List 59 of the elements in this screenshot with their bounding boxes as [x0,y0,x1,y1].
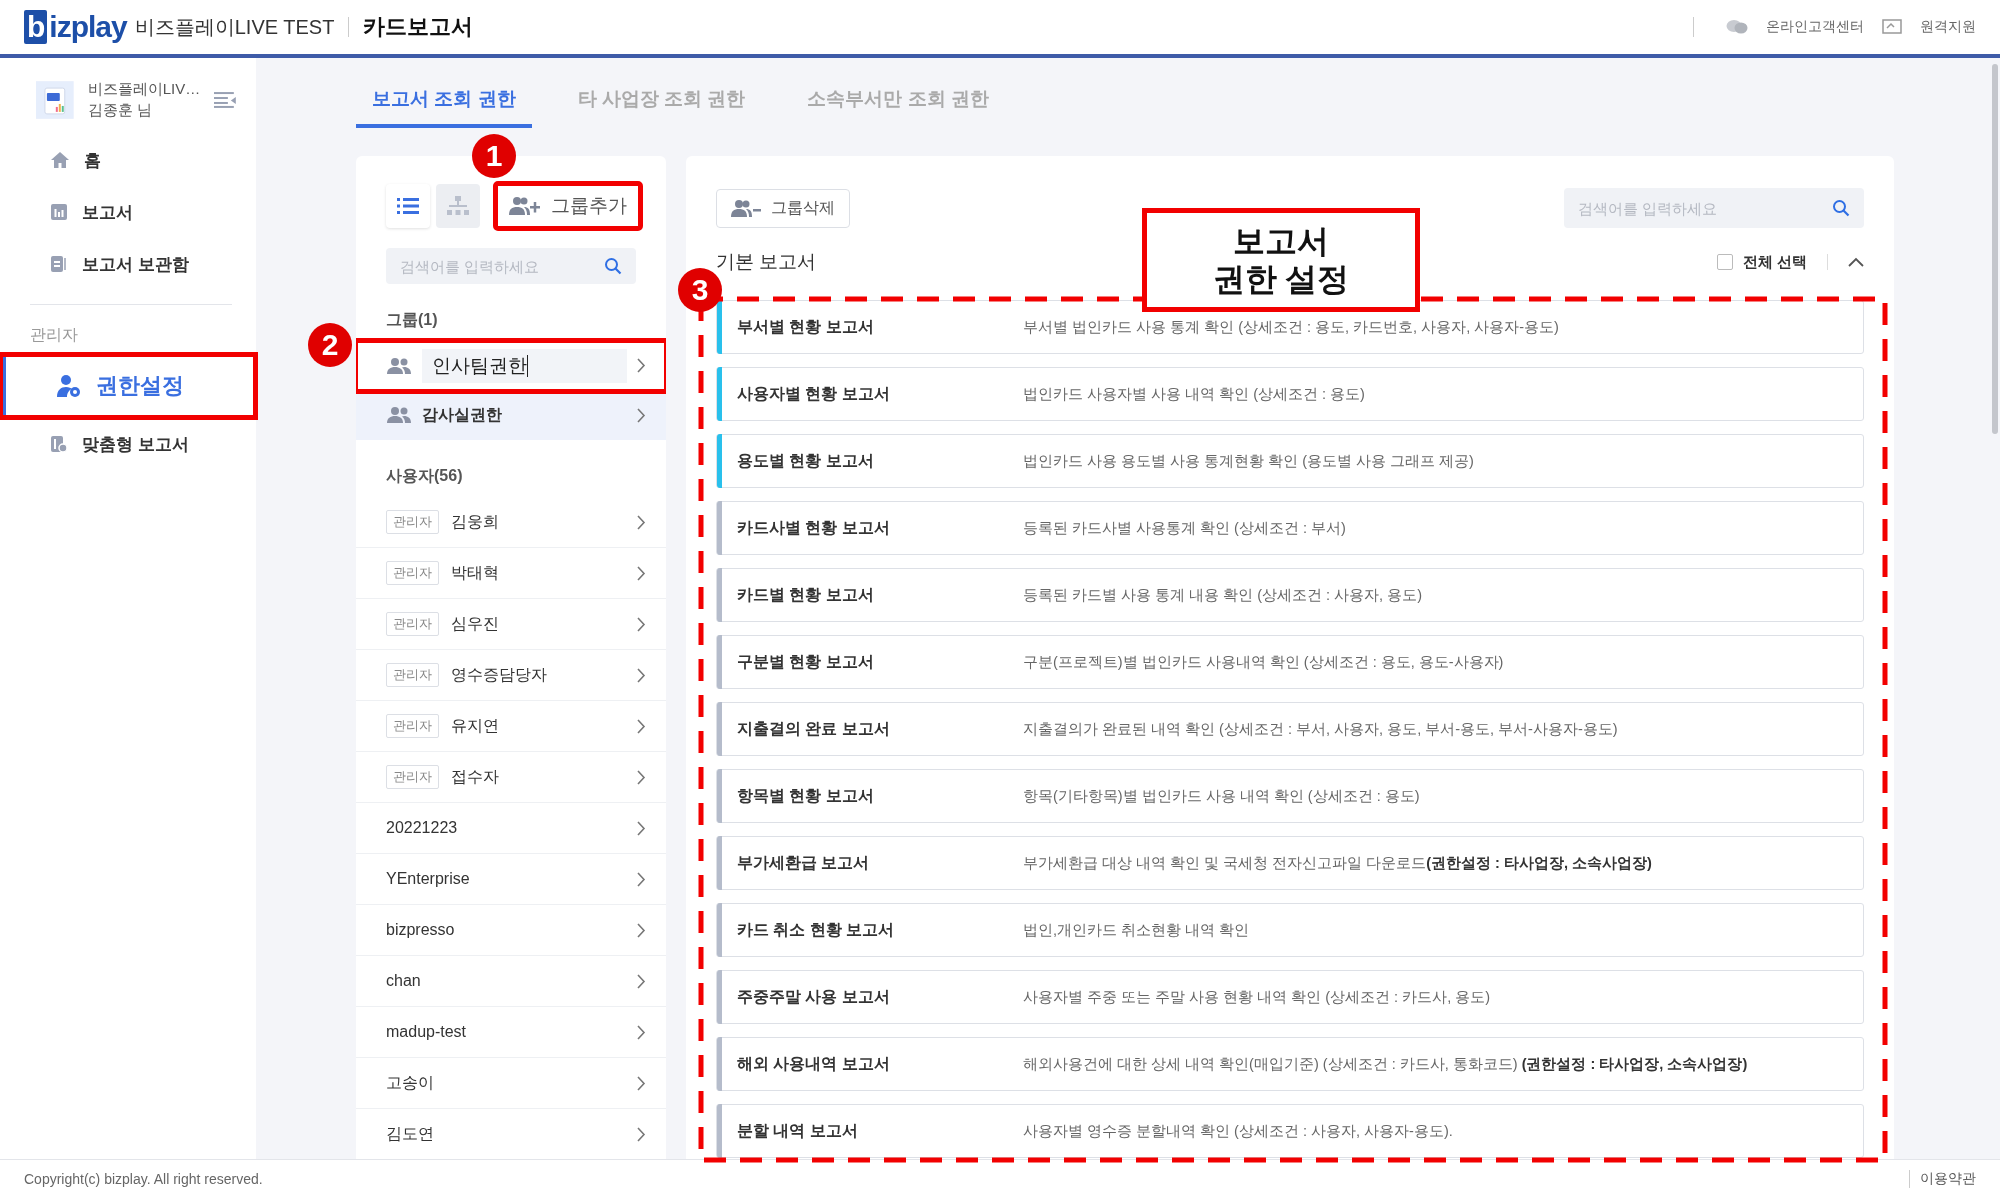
step-number: 2 [308,323,352,367]
user-item[interactable]: chan [356,956,666,1007]
group-name-field[interactable]: 인사팀권한 [422,348,627,383]
report-item[interactable]: 해외 사용내역 보고서 해외사용건에 대한 상세 내역 확인(매입기준) (상세조건 : 카드사, 통화코드) (권한설정 : 타사업장, 소속사업장) [716,1037,1864,1091]
user-item[interactable]: YEnterprise [356,854,666,905]
user-item[interactable]: 관리자 영수증담당자 [356,650,666,701]
report-item[interactable]: 지출결의 완료 보고서 지출결의가 완료된 내역 확인 (상세조건 : 부서, 사용자, 용도, 부서-용도, 부서-사용자-용도) [716,702,1864,756]
search-field[interactable]: 검색어를 입력하세요 [1564,188,1864,228]
group-item[interactable]: 인사팀권한 [356,341,666,391]
section-label: 관리자 [29,325,79,345]
user-item[interactable]: 관리자 박태혁 [356,548,666,599]
report-item[interactable]: 카드 취소 현황 보고서 법인,개인카드 취소현황 내역 확인 [716,903,1864,957]
user-name: 김종훈 님 [87,101,153,120]
search-field[interactable]: 검색어를 입력하세요 [386,248,636,285]
terms-link[interactable]: 이용약관 [1909,1169,1976,1188]
report-item[interactable]: 분할 내역 보고서 사용자별 영수증 분할내역 확인 (상세조건 : 사용자, 사용자-용도). [716,1104,1864,1158]
nav-item[interactable]: 보고서 보관함 [0,238,256,290]
report-item[interactable]: 카드사별 현황 보고서 등록된 카드사별 사용통계 확인 (상세조건 : 부서) [716,501,1864,555]
user-item[interactable]: 관리자 김웅희 [356,497,666,548]
role-tag: 관리자 [386,612,439,636]
report-item[interactable]: 사용자별 현황 보고서 법인카드 사용자별 사용 내역 확인 (상세조건 : 용도) [716,367,1864,421]
nav-item[interactable]: 보고서 [0,186,256,238]
user-item[interactable]: 고송이 [356,1058,666,1109]
copyright-text: Copyright(c) bizplay. All right reserved. [24,1170,263,1187]
nav-item[interactable]: 권한설정 [0,354,256,418]
company-name: 비즈플레이LIV… [87,80,201,99]
user-item[interactable]: madup-test [356,1007,666,1058]
user-item[interactable]: 관리자 접수자 [356,752,666,803]
select-all-checkbox[interactable]: 전체 선택 [1716,252,1807,272]
user-item[interactable]: 관리자 유지연 [356,701,666,752]
report-item[interactable]: 부가세환급 보고서 부가세환급 대상 내역 확인 및 국세청 전자신고파일 다운로드(권한설정 : 타사업장, 소속사업장) [716,836,1864,890]
nav-item[interactable]: 맞춤형 보고서 [0,418,256,470]
nav-item[interactable]: 홈 [0,134,256,186]
header-link[interactable]: 원격지원 [1920,18,1976,36]
step-number: 1 [472,134,516,178]
delete-group-button[interactable]: 그룹삭제 [716,188,850,228]
role-tag: 관리자 [386,663,439,687]
tab[interactable]: 보고서 조회 권한 [356,80,532,128]
report-item[interactable]: 주중주말 사용 보고서 사용자별 주중 또는 주말 사용 현황 내역 확인 (상세조건 : 카드사, 용도) [716,970,1864,1024]
step-number: 3 [678,268,722,312]
report-item[interactable]: 카드별 현황 보고서 등록된 카드별 사용 통계 내용 확인 (상세조건 : 사용자, 용도) [716,568,1864,622]
role-tag: 관리자 [386,714,439,738]
user-item[interactable]: bizpresso [356,905,666,956]
role-tag: 관리자 [386,561,439,585]
callout-label: 보고서 권한 설정 [1142,208,1420,312]
add-group-button[interactable]: 그룹추가 [494,182,642,230]
role-tag: 관리자 [386,510,439,534]
user-item[interactable]: 20221223 [356,803,666,854]
report-item[interactable]: 항목별 현황 보고서 항목(기타항목)별 법인카드 사용 내역 확인 (상세조건 : 용도) [716,769,1864,823]
app-title: 카드보고서 [363,13,474,41]
company-name: 비즈플레이LIVE TEST [134,14,335,40]
section-heading: 그룹(1) [385,310,439,331]
report-item[interactable]: 구분별 현황 보고서 구분(프로젝트)별 법인카드 사용내역 확인 (상세조건 : 용도, 용도-사용자) [716,635,1864,689]
user-item[interactable]: 관리자 심우진 [356,599,666,650]
header-link[interactable]: 온라인고객센터 [1766,18,1864,36]
section-heading: 사용자(56) [385,466,464,486]
brand-logo[interactable]: bizplay [24,10,127,44]
role-tag: 관리자 [386,765,439,789]
report-item[interactable]: 용도별 현황 보고서 법인카드 사용 용도별 사용 통계현황 확인 (용도별 사용 그래프 제공) [716,434,1864,488]
